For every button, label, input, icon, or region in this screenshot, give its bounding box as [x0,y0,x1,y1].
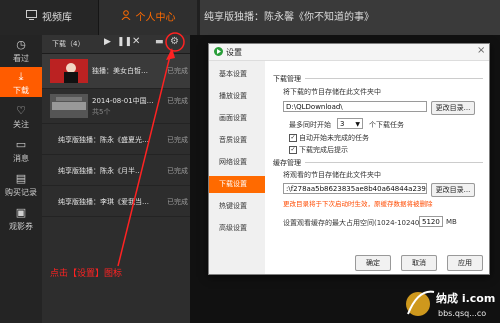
section-heading: 下载管理 [273,75,301,83]
max-tasks-value: 3 [340,120,345,128]
max-tasks-prefix: 最多同时开始 [289,121,331,129]
cache-max-input[interactable]: 5120 [419,216,443,227]
section-heading: 缓存管理 [273,159,301,167]
max-tasks-select[interactable]: 3 ▼ [337,118,363,129]
cache-warning-text: 更改目录将于下次启动时生效，原缓存数据将被删除 [283,200,433,208]
app-logo-icon [214,47,223,58]
cache-path-field[interactable]: :\f278aa5b8623835ae8b40a64844a239c\ [283,183,427,194]
settings-nav-picture[interactable]: 画面设置 [209,110,265,127]
complete-notice-label: 下载完成后提示 [299,146,348,154]
change-cache-dir-button[interactable]: 更改目录... [431,183,475,197]
dialog-titlebar: 设置 × [209,44,489,61]
cancel-button[interactable]: 取消 [401,255,437,271]
section-divider [305,162,483,163]
watermark-url: bbs.qsq...co [438,309,487,318]
settings-nav-network[interactable]: 网络设置 [209,154,265,171]
settings-nav-playback[interactable]: 播放设置 [209,88,265,105]
annotation-text: 点击【设置】图标 [50,269,123,279]
cache-max-unit: MB [446,218,457,226]
settings-nav-advanced[interactable]: 高级设置 [209,220,265,237]
auto-start-label: 自动开始未完成的任务 [299,134,369,142]
auto-start-checkbox[interactable]: ✓ [289,134,297,142]
settings-nav-basic[interactable]: 基本设置 [209,66,265,83]
save-location-label: 将下载的节目存储在此文件夹中 [283,88,381,96]
max-tasks-suffix: 个下载任务 [369,121,404,129]
settings-content: 下载管理 将下载的节目存储在此文件夹中 D:\QLDownload\ 更改目录.… [267,61,489,274]
apply-button[interactable]: 应用 [447,255,483,271]
settings-nav-hotkeys[interactable]: 热键设置 [209,198,265,215]
ok-button[interactable]: 确定 [355,255,391,271]
complete-notice-checkbox[interactable]: ✓ [289,146,297,154]
settings-dialog: 设置 × 基本设置 播放设置 画面设置 音质设置 网络设置 下载设置 热键设置 … [208,43,490,275]
section-divider [305,78,483,79]
watermark: 纳成 i.com bbs.qsq...co [400,284,500,323]
cache-location-label: 将观看的节目存储在此文件夹中 [283,171,381,179]
close-icon[interactable]: × [477,45,485,56]
settings-nav-audio[interactable]: 音质设置 [209,132,265,149]
change-download-dir-button[interactable]: 更改目录... [431,101,475,115]
cache-max-label: 设置观看缓存的最大占用空间(1024-10240) [283,219,423,227]
settings-nav-download[interactable]: 下载设置 [209,176,265,193]
chevron-down-icon: ▼ [355,121,360,128]
settings-nav: 基本设置 播放设置 画面设置 音质设置 网络设置 下载设置 热键设置 高级设置 [209,61,265,274]
watermark-logo-text: 纳成 i.com [436,292,496,305]
download-path-field[interactable]: D:\QLDownload\ [283,101,427,112]
watermark-logo-icon [406,290,435,316]
dialog-title: 设置 [226,48,242,57]
